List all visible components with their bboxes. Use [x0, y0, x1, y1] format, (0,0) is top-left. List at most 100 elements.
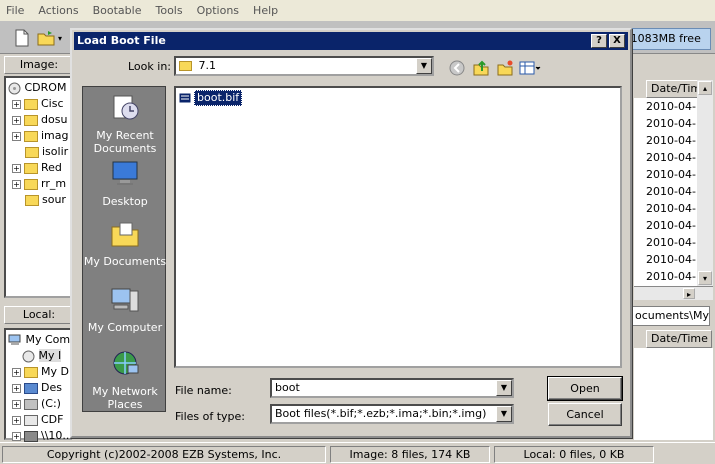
tree-item[interactable]: + CDF [12, 412, 63, 428]
expand-icon[interactable]: + [12, 131, 21, 141]
tree-item-label: Red [41, 161, 62, 174]
my-documents-icon [111, 222, 139, 247]
tree-item-label: CDROM [24, 81, 67, 94]
chevron-down-icon[interactable]: ▼ [416, 58, 432, 74]
file-item[interactable]: boot.bif [178, 90, 243, 106]
place-recent-documents[interactable]: My Recent Documents [83, 93, 167, 155]
folder-icon [179, 61, 192, 71]
date-cell: 2010-04-1 [646, 134, 703, 147]
date-cell: 2010-04-1 [646, 236, 703, 249]
computer-icon [8, 334, 21, 345]
menu-bootable[interactable]: Bootable [93, 4, 142, 17]
desktop-icon [24, 382, 38, 394]
place-my-documents[interactable]: My Documents [83, 219, 167, 268]
new-file-icon[interactable] [12, 28, 32, 48]
place-my-computer[interactable]: My Computer [83, 285, 167, 334]
place-desktop[interactable]: Desktop [83, 159, 167, 208]
menu-file[interactable]: File [6, 4, 24, 17]
expand-icon[interactable]: + [12, 399, 21, 409]
folder-icon [25, 146, 39, 158]
file-type-select[interactable]: Boot files(*.bif;*.ezb;*.ima;*.bin;*.img… [270, 404, 514, 424]
tree-item-label: Des [41, 381, 62, 394]
expand-icon[interactable]: + [12, 163, 21, 173]
column-header-date-time[interactable]: Date/Time [646, 330, 712, 348]
local-tree[interactable]: My Com My I + My D + Des + (C:) + CDF + \\10.… [4, 328, 73, 442]
tree-item[interactable]: + My D [12, 364, 69, 380]
scroll-down-icon[interactable]: ▾ [698, 271, 712, 285]
date-cell: 2010-04-1 [646, 151, 703, 164]
tree-item-label: sour [42, 193, 66, 206]
horizontal-scrollbar[interactable]: ▸ [634, 286, 713, 300]
file-type-value: Boot files(*.bif;*.ezb;*.ima;*.bin;*.img… [275, 407, 487, 420]
expand-icon[interactable]: + [12, 99, 21, 109]
load-boot-file-dialog: Load Boot File ? X Look in: 7.1 ▼ My Rec… [70, 28, 632, 438]
image-pane-label: Image: [4, 56, 74, 74]
tree-item-label: \\10... [41, 429, 73, 442]
date-cell: 2010-04-1 [646, 168, 703, 181]
expand-icon[interactable]: + [12, 431, 21, 441]
folder-icon [24, 162, 38, 174]
date-cell: 2010-04-1 [646, 202, 703, 215]
expand-icon[interactable]: + [12, 383, 21, 393]
chevron-down-icon[interactable]: ▼ [496, 406, 512, 422]
date-cell: 2010-04-1 [646, 270, 703, 283]
tree-item-label: My Com [25, 333, 71, 346]
menu-actions[interactable]: Actions [38, 4, 78, 17]
expand-icon[interactable]: + [12, 367, 21, 377]
look-in-select[interactable]: 7.1 ▼ [174, 56, 434, 76]
tree-item-cdrom[interactable]: CDROM [8, 80, 66, 96]
new-folder-icon[interactable] [496, 59, 514, 77]
tree-item[interactable]: + Red [12, 160, 62, 176]
open-dropdown-icon[interactable]: ▾ [58, 34, 62, 43]
expand-icon[interactable]: + [12, 179, 21, 189]
place-label: My Computer [87, 321, 163, 334]
date-cell: 2010-04-1 [646, 253, 703, 266]
tree-item[interactable]: + rr_m [12, 176, 66, 192]
local-date-list [634, 348, 713, 440]
file-list[interactable]: boot.bif [174, 86, 622, 368]
tree-item[interactable]: + Des [12, 380, 62, 396]
scroll-right-icon[interactable]: ▸ [683, 288, 695, 299]
network-drive-icon [24, 430, 38, 442]
file-name-input[interactable]: boot ▼ [270, 378, 514, 398]
menu-help[interactable]: Help [253, 4, 278, 17]
look-in-label: Look in: [128, 60, 171, 73]
menu-tools[interactable]: Tools [155, 4, 182, 17]
menu-bar: File Actions Bootable Tools Options Help [0, 0, 715, 22]
open-button[interactable]: Open [547, 376, 623, 401]
local-path-field[interactable]: ocuments\My IS [632, 306, 710, 326]
tree-item[interactable]: My I [22, 348, 62, 364]
tree-item[interactable]: + dosu [12, 112, 67, 128]
expand-icon[interactable]: + [12, 115, 21, 125]
copyright-text: Copyright (c)2002-2008 EZB Systems, Inc. [2, 446, 326, 463]
chevron-down-icon[interactable]: ▼ [496, 380, 512, 396]
tree-item[interactable]: + (C:) [12, 396, 61, 412]
tree-item-label: imag [41, 129, 69, 142]
place-label: My Recent Documents [93, 129, 157, 155]
scroll-up-icon[interactable]: ▴ [698, 81, 712, 95]
menu-options[interactable]: Options [197, 4, 239, 17]
folder-icon [24, 178, 38, 190]
view-menu-icon[interactable] [518, 59, 542, 77]
tree-item[interactable]: isolir [25, 144, 68, 160]
tree-item[interactable]: + imag [12, 128, 69, 144]
back-icon[interactable] [448, 59, 466, 77]
place-label: My Documents [83, 255, 167, 268]
image-tree[interactable]: CDROM + Cisc + dosu + imag isolir + Red + rr_… [4, 76, 72, 298]
help-button[interactable]: ? [591, 34, 607, 48]
up-folder-icon[interactable] [472, 59, 490, 77]
tree-item-label: rr_m [41, 177, 67, 190]
vertical-scrollbar[interactable]: ▴ ▾ [697, 80, 713, 286]
place-my-network-places[interactable]: My Network Places [83, 349, 167, 411]
cancel-button[interactable]: Cancel [548, 403, 622, 426]
file-item-label: boot.bif [194, 90, 243, 106]
dialog-title-bar[interactable]: Load Boot File ? X [74, 32, 628, 50]
expand-icon[interactable]: + [12, 415, 21, 425]
close-button[interactable]: X [609, 34, 625, 48]
tree-item[interactable]: + Cisc [12, 96, 64, 112]
tree-item-my-computer[interactable]: My Com [8, 332, 70, 348]
tree-item-label: Cisc [41, 97, 64, 110]
open-folder-icon[interactable] [36, 28, 56, 48]
cdrom-drive-icon [24, 414, 38, 426]
tree-item[interactable]: sour [25, 192, 66, 208]
